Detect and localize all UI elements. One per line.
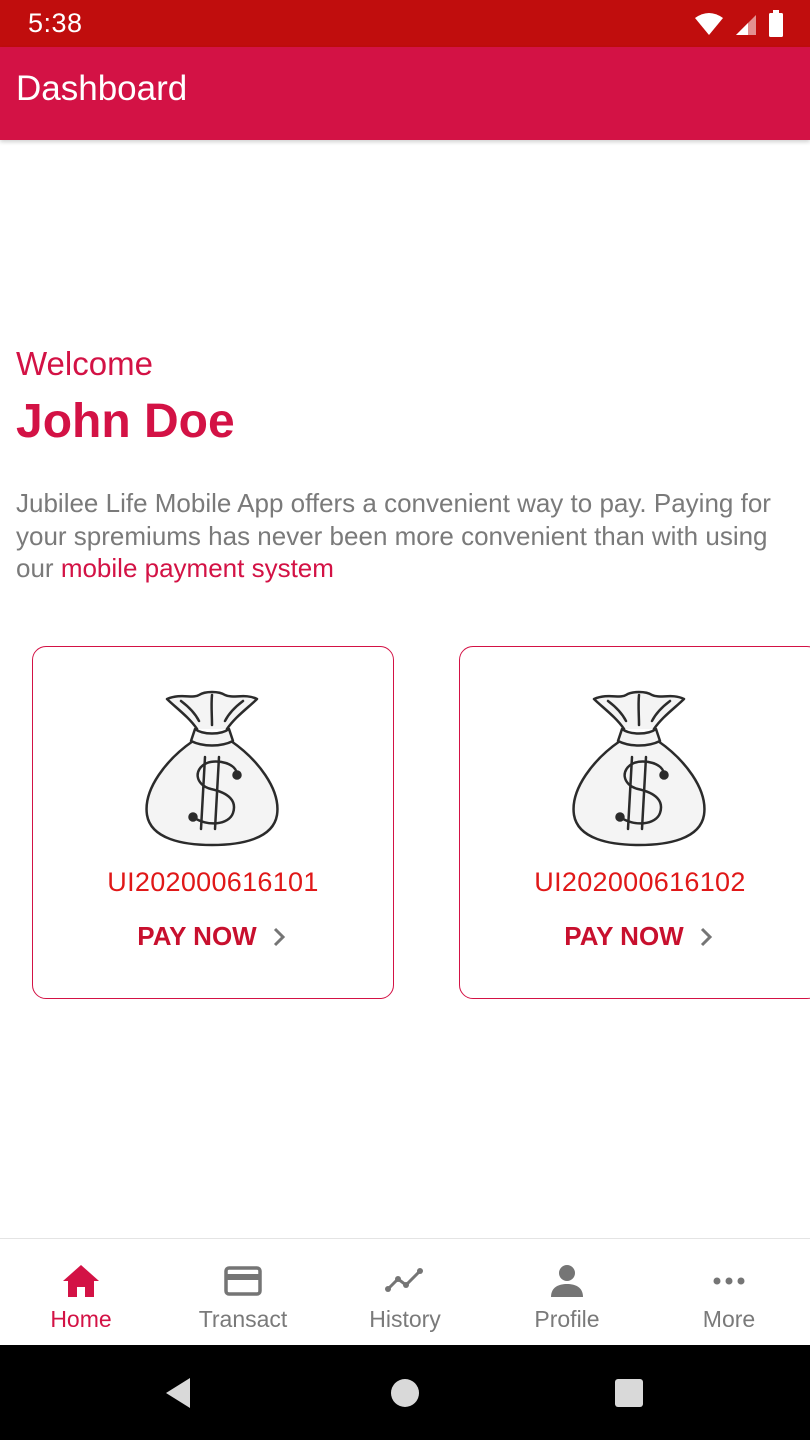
nav-label-home: Home [50, 1306, 112, 1332]
nav-label-profile: Profile [534, 1306, 600, 1332]
payment-system-link[interactable]: mobile payment system [61, 553, 334, 583]
welcome-label: Welcome [16, 345, 153, 382]
nav-item-profile[interactable]: Profile [486, 1239, 648, 1346]
policy-number: UI202000616102 [534, 867, 746, 897]
nav-item-history[interactable]: History [324, 1239, 486, 1346]
history-icon [385, 1268, 423, 1292]
pay-now-label: PAY NOW [564, 921, 684, 951]
status-time: 5:38 [28, 8, 83, 38]
pay-now-button[interactable]: PAY NOW [33, 921, 393, 952]
card-icon [224, 1266, 262, 1296]
pay-now-label: PAY NOW [137, 921, 257, 951]
policy-number: UI202000616101 [107, 867, 319, 897]
person-icon [551, 1265, 583, 1297]
policy-card[interactable]: UI202000616101 PAY NOW [32, 646, 394, 999]
user-name: John Doe [16, 395, 235, 448]
nav-label-transact: Transact [198, 1306, 288, 1332]
policy-card[interactable]: UI202000616102 PAY NOW [459, 646, 810, 999]
recents-icon[interactable] [611, 1375, 647, 1411]
app-bar: Dashboard [0, 47, 810, 140]
nav-item-transact[interactable]: Transact [162, 1239, 324, 1346]
status-bar: 5:38 [0, 0, 810, 47]
money-bag-icon [572, 690, 706, 847]
app-description: Jubilee Life Mobile App offers a conveni… [16, 487, 796, 585]
home-icon [63, 1265, 99, 1297]
nav-item-more[interactable]: More [648, 1239, 810, 1346]
status-icons [694, 10, 784, 38]
chevron-right-icon [273, 927, 285, 946]
system-nav-bar [0, 1345, 810, 1440]
back-icon[interactable] [160, 1375, 196, 1411]
money-bag-icon [145, 690, 279, 847]
pay-now-button[interactable]: PAY NOW [460, 921, 810, 952]
chevron-right-icon [700, 927, 712, 946]
nav-label-more: More [702, 1306, 756, 1332]
page-title: Dashboard [16, 69, 188, 108]
wifi-icon [695, 13, 723, 35]
home-circle-icon[interactable] [387, 1375, 423, 1411]
cell-signal-icon [736, 15, 756, 35]
bottom-nav: Home Transact History Profile More [0, 1238, 810, 1346]
nav-item-home[interactable]: Home [0, 1239, 162, 1346]
battery-icon [769, 10, 783, 37]
more-icon [713, 1277, 745, 1285]
nav-label-history: History [369, 1306, 441, 1332]
